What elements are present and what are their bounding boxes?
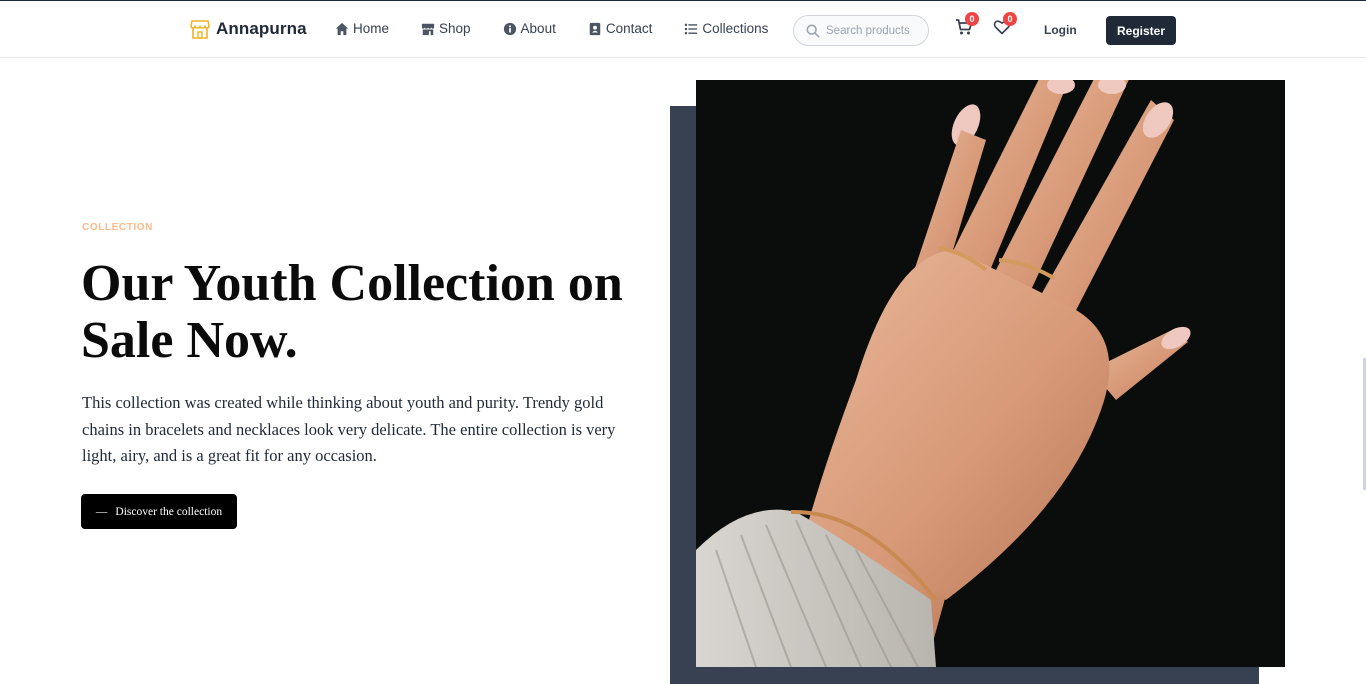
- main-nav: Home Shop About Contact Collections: [335, 21, 800, 36]
- nav-home-label: Home: [353, 21, 390, 36]
- nav-contact[interactable]: Contact: [588, 21, 653, 36]
- register-button[interactable]: Register: [1106, 16, 1176, 45]
- cart-count-badge: 0: [965, 12, 979, 26]
- wishlist-button[interactable]: 0: [993, 12, 1017, 38]
- search-bar[interactable]: [793, 15, 929, 46]
- contact-icon: [589, 22, 601, 35]
- section-eyebrow: COLLECTION: [82, 222, 153, 233]
- info-icon: [503, 22, 516, 35]
- hero-description: This collection was created while thinki…: [82, 393, 616, 465]
- hand-jewelry-illustration: [696, 80, 1285, 667]
- list-icon: [685, 23, 698, 34]
- nav-contact-label: Contact: [605, 21, 653, 36]
- cta-dash: —: [95, 505, 108, 518]
- nav-home[interactable]: Home: [335, 21, 389, 36]
- search-input[interactable]: [826, 24, 918, 37]
- nav-shop-label: Shop: [439, 21, 471, 36]
- hero-image-hand-with-rings: [696, 80, 1285, 667]
- brand-logo[interactable]: Annapurna: [190, 18, 307, 40]
- shop-icon: [421, 23, 435, 35]
- nav-about[interactable]: About: [503, 21, 556, 36]
- navbar: Annapurna Home Shop About Contact Collec…: [0, 0, 1366, 58]
- nav-shop[interactable]: Shop: [421, 21, 471, 36]
- login-link[interactable]: Login: [1044, 23, 1077, 37]
- cta-label: Discover the collection: [115, 505, 223, 518]
- brand-name: Annapurna: [216, 19, 307, 38]
- wishlist-count-badge: 0: [1003, 12, 1017, 26]
- nav-collections[interactable]: Collections: [684, 21, 768, 36]
- discover-collection-button[interactable]: — Discover the collection: [81, 494, 237, 529]
- search-icon: [806, 24, 820, 37]
- home-icon: [335, 22, 349, 35]
- cart-button[interactable]: 0: [955, 12, 979, 38]
- nav-collections-label: Collections: [702, 21, 769, 36]
- hero-headline: Our Youth Collection on Sale Now.: [81, 255, 623, 369]
- store-icon: [190, 20, 210, 39]
- nav-about-label: About: [520, 21, 556, 36]
